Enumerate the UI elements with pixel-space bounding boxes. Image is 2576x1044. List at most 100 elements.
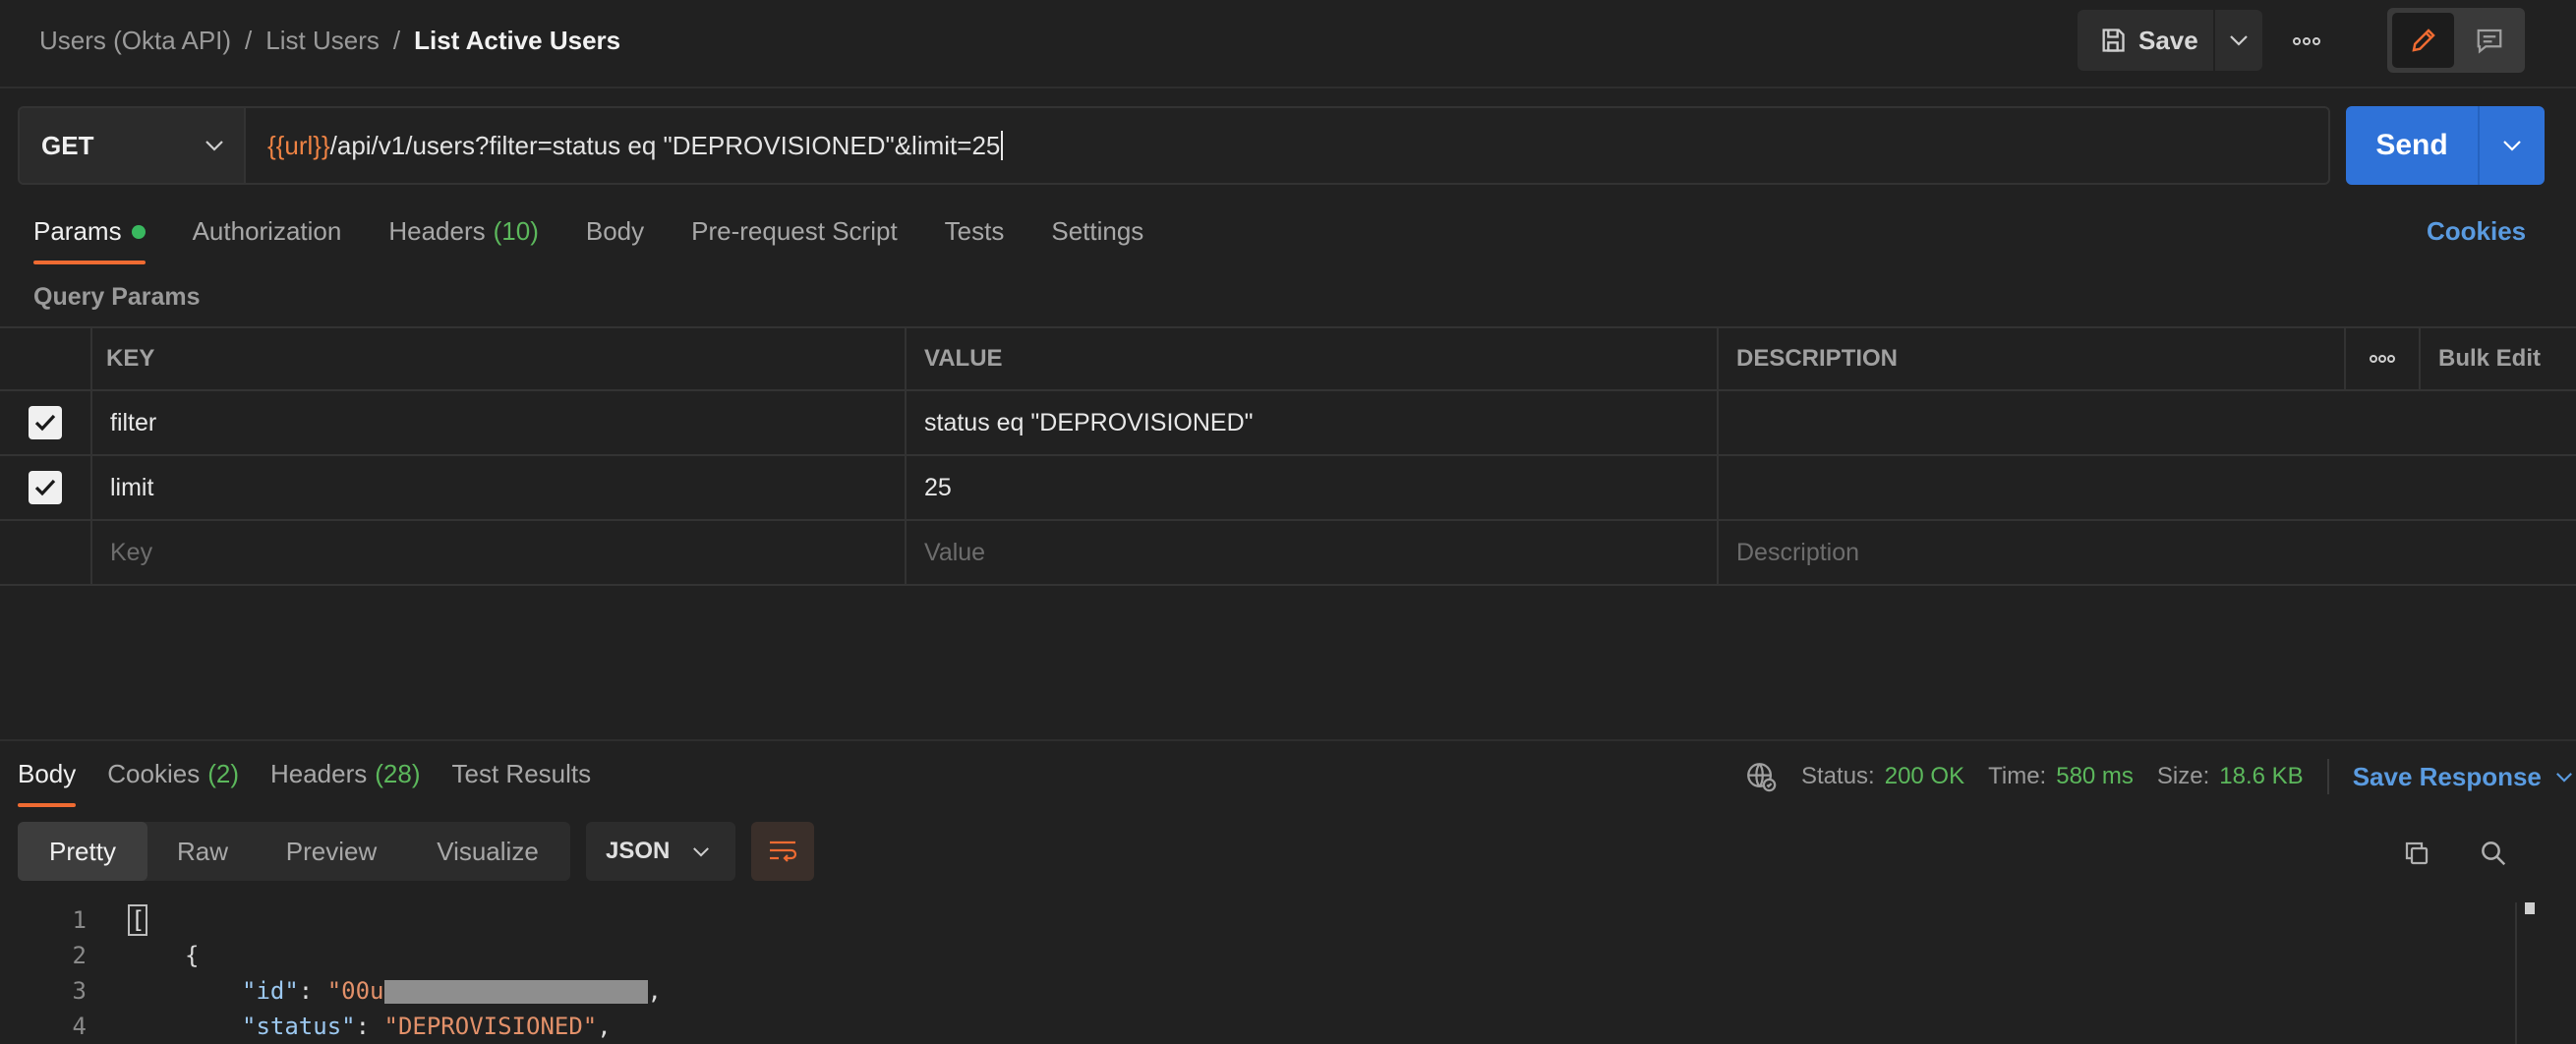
search-button[interactable] [2472, 832, 2515, 875]
save-button[interactable]: Save [2078, 10, 2213, 71]
param-description-field[interactable] [1717, 391, 2344, 454]
view-preview-button[interactable]: Preview [258, 822, 405, 881]
time-value[interactable]: 580 ms [2056, 763, 2134, 790]
tab-label: Test Results [451, 759, 592, 788]
send-options-button[interactable] [2478, 106, 2545, 185]
method-select[interactable]: GET [18, 106, 246, 185]
response-divider[interactable] [0, 739, 2576, 741]
tab-settings[interactable]: Settings [1051, 216, 1143, 247]
url-variable: {{url}} [267, 130, 330, 160]
matched-bracket: [ [128, 904, 148, 936]
wrap-lines-button[interactable] [751, 822, 814, 881]
editor-scrollbar-thumb[interactable] [2525, 902, 2535, 914]
param-value-field[interactable]: status eq "DEPROVISIONED" [905, 391, 1717, 454]
save-response-button[interactable]: Save Response [2353, 762, 2573, 792]
table-row: limit 25 [0, 456, 2576, 521]
bulk-edit-button[interactable]: Bulk Edit [2419, 328, 2576, 389]
status-value[interactable]: 200 OK [1885, 763, 1964, 790]
param-key-field[interactable]: filter [90, 391, 905, 454]
view-raw-button[interactable]: Raw [147, 822, 258, 881]
edit-mode-button[interactable] [2392, 13, 2454, 68]
column-options-button[interactable] [2344, 328, 2419, 389]
ellipsis-icon [2369, 354, 2396, 364]
tab-label: Cookies [107, 759, 201, 788]
response-meta: Status: 200 OK Time: 580 ms Size: 18.6 K… [1744, 759, 2573, 794]
request-name[interactable]: List Active Users [414, 26, 620, 56]
code-line: 2 { [0, 938, 2517, 973]
param-checkbox[interactable] [29, 406, 62, 439]
column-header-value: VALUE [905, 328, 1717, 389]
tab-count: (2) [207, 759, 239, 788]
new-key-field[interactable]: Key [90, 521, 905, 584]
chevron-down-icon [692, 846, 710, 857]
tab-count: (10) [493, 216, 539, 246]
param-value-field[interactable]: 25 [905, 456, 1717, 519]
tab-response-body[interactable]: Body [18, 759, 77, 807]
param-description-field[interactable] [1717, 456, 2344, 519]
code-text: [ [128, 904, 148, 936]
url-input[interactable]: {{url}}/api/v1/users?filter=status eq "D… [246, 106, 2330, 185]
param-checkbox[interactable] [29, 471, 62, 504]
param-key-field[interactable]: limit [90, 456, 905, 519]
json-key: "status" [242, 1013, 356, 1040]
tab-label: Body [18, 759, 77, 788]
table-row: filter status eq "DEPROVISIONED" [0, 391, 2576, 456]
text-cursor [1001, 131, 1004, 160]
breadcrumb-separator: / [245, 26, 253, 55]
tab-response-headers[interactable]: Headers (28) [270, 759, 421, 789]
pencil-icon [2409, 26, 2438, 55]
tab-pre-request-script[interactable]: Pre-request Script [691, 216, 898, 247]
query-params-table: KEY VALUE DESCRIPTION Bulk Edit filter s… [0, 326, 2576, 586]
save-response-label: Save Response [2352, 761, 2542, 791]
row-checkbox-cell [0, 456, 90, 519]
comments-button[interactable] [2458, 13, 2520, 68]
url-path: /api/v1/users?filter=status eq "DEPROVIS… [329, 130, 1001, 160]
line-number: 3 [72, 977, 87, 1005]
save-options-button[interactable] [2213, 10, 2262, 71]
tab-params[interactable]: Params [33, 216, 146, 264]
tab-response-cookies[interactable]: Cookies (2) [107, 759, 239, 789]
tab-authorization[interactable]: Authorization [193, 216, 342, 247]
request-tabs: Params Authorization Headers (10) Body P… [33, 216, 1191, 264]
header-check-cell [0, 328, 90, 389]
response-tabs: Body Cookies (2) Headers (28) Test Resul… [18, 759, 622, 807]
code-line: 3 "id": "00u, [0, 973, 2517, 1009]
search-icon [2479, 839, 2508, 868]
ellipsis-icon [2292, 36, 2321, 46]
cookies-link[interactable]: Cookies [2427, 216, 2526, 247]
format-select[interactable]: JSON [586, 822, 735, 881]
view-visualize-button[interactable]: Visualize [405, 822, 570, 881]
breadcrumb-collection[interactable]: Users (Okta API) [39, 26, 231, 56]
breadcrumb-folder[interactable]: List Users [265, 26, 380, 56]
tab-label: Headers [269, 759, 368, 788]
divider [2326, 759, 2329, 794]
chevron-down-icon [2555, 772, 2573, 783]
more-actions-button[interactable] [2279, 22, 2334, 61]
column-header-key: KEY [90, 328, 905, 389]
new-description-field[interactable]: Description [1717, 521, 2344, 584]
tab-body[interactable]: Body [586, 216, 644, 247]
tab-test-results[interactable]: Test Results [452, 759, 592, 789]
send-button[interactable]: Send [2346, 106, 2478, 185]
globe-network-icon[interactable] [1744, 760, 1778, 793]
tab-label: Params [33, 216, 122, 246]
view-pretty-button[interactable]: Pretty [18, 822, 147, 881]
send-group: Send [2346, 106, 2545, 185]
row-checkbox-cell [0, 391, 90, 454]
new-value-field[interactable]: Value [905, 521, 1717, 584]
wrap-lines-icon [767, 839, 798, 864]
size-value[interactable]: 18.6 KB [2219, 763, 2303, 790]
tab-count: (28) [375, 759, 421, 788]
method-label: GET [41, 130, 94, 160]
response-view-modes: Pretty Raw Preview Visualize [18, 822, 570, 881]
tab-tests[interactable]: Tests [945, 216, 1005, 247]
response-body-editor[interactable]: 1 [ 2 { 3 "id": "00u, 4 "status": "DEPRO… [0, 902, 2517, 1044]
json-value: "00u [326, 977, 384, 1005]
tab-headers[interactable]: Headers (10) [388, 216, 539, 247]
editor-scrollbar[interactable] [2515, 902, 2527, 1044]
copy-button[interactable] [2395, 832, 2438, 875]
line-number: 4 [72, 1013, 87, 1040]
query-params-title: Query Params [33, 283, 201, 311]
redaction-bar [383, 980, 648, 1004]
line-number: 2 [72, 942, 87, 969]
